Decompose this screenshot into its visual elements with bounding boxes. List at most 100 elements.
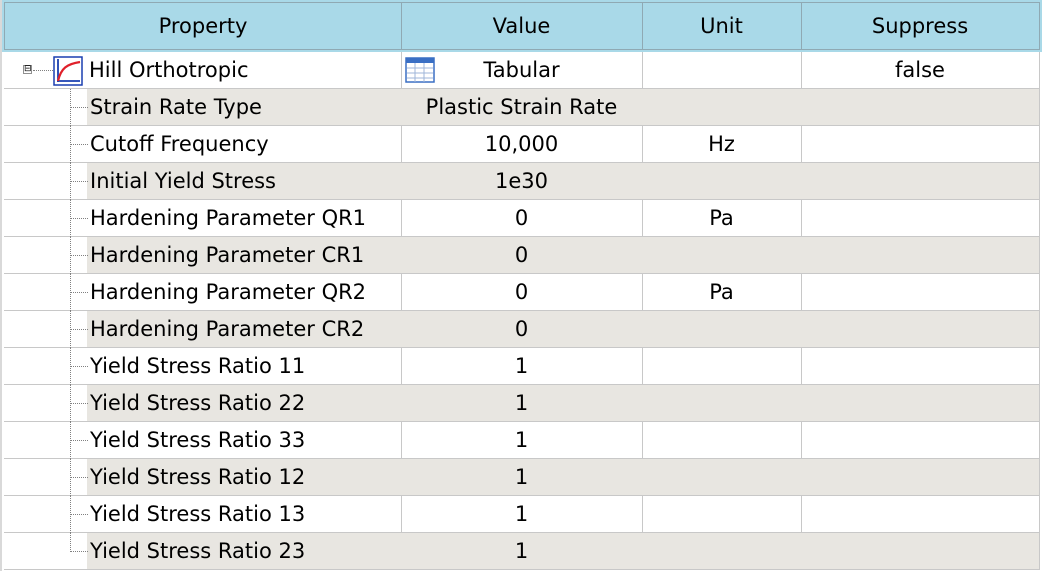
table-row[interactable]: Hardening Parameter QR1 0 Pa <box>2 200 1042 237</box>
table-row[interactable]: Yield Stress Ratio 11 1 <box>2 348 1042 385</box>
suppress-cell[interactable] <box>801 422 1040 459</box>
unit-cell[interactable] <box>642 496 802 533</box>
value-text: 1 <box>514 502 529 526</box>
unit-cell[interactable] <box>642 163 802 200</box>
value-cell[interactable]: Tabular <box>401 52 643 89</box>
value-cell[interactable]: 10,000 <box>401 126 643 163</box>
tree-connector <box>70 477 88 478</box>
table-row[interactable]: Hardening Parameter QR2 0 Pa <box>2 274 1042 311</box>
unit-cell[interactable] <box>642 311 802 348</box>
value-text: 1 <box>514 354 529 378</box>
property-label: Yield Stress Ratio 33 <box>90 428 306 452</box>
unit-text: Hz <box>708 132 735 156</box>
suppress-cell[interactable] <box>801 89 1040 126</box>
unit-cell[interactable]: Pa <box>642 200 802 237</box>
suppress-cell[interactable] <box>801 496 1040 533</box>
suppress-cell[interactable] <box>801 200 1040 237</box>
property-cell: Hardening Parameter CR2 <box>4 311 402 348</box>
unit-text: Pa <box>709 280 734 304</box>
suppress-cell[interactable] <box>801 311 1040 348</box>
suppress-text: false <box>895 58 945 82</box>
value-cell[interactable]: 0 <box>401 311 643 348</box>
unit-cell[interactable] <box>642 533 802 570</box>
header-unit[interactable]: Unit <box>642 2 802 50</box>
unit-text: Pa <box>709 206 734 230</box>
table-row[interactable]: Cutoff Frequency 10,000 Hz <box>2 126 1042 163</box>
value-cell[interactable]: 0 <box>401 200 643 237</box>
property-cell: Yield Stress Ratio 33 <box>4 422 402 459</box>
value-cell[interactable]: 0 <box>401 237 643 274</box>
property-label: Hardening Parameter CR1 <box>90 243 365 267</box>
header-property[interactable]: Property <box>4 2 402 50</box>
value-text: Tabular <box>483 58 560 82</box>
unit-cell[interactable] <box>642 89 802 126</box>
property-label: Initial Yield Stress <box>90 169 276 193</box>
tree-connector <box>70 366 88 367</box>
tree-connector <box>70 144 88 145</box>
header-suppress[interactable]: Suppress <box>801 2 1040 50</box>
tree-connector <box>70 292 88 293</box>
table-row[interactable]: Yield Stress Ratio 13 1 <box>2 496 1042 533</box>
value-cell[interactable]: 1 <box>401 533 643 570</box>
suppress-cell[interactable] <box>801 274 1040 311</box>
property-cell: Yield Stress Ratio 22 <box>4 385 402 422</box>
property-label: Hardening Parameter QR1 <box>90 206 367 230</box>
value-cell[interactable]: 1 <box>401 496 643 533</box>
value-cell[interactable]: Plastic Strain Rate <box>401 89 643 126</box>
value-cell[interactable]: 0 <box>401 274 643 311</box>
tree-connector <box>70 533 71 552</box>
value-text: 1 <box>514 465 529 489</box>
value-cell[interactable]: 1 <box>401 422 643 459</box>
value-text: 0 <box>514 317 529 341</box>
value-text: 1 <box>514 539 529 563</box>
value-text: Plastic Strain Rate <box>425 95 618 119</box>
suppress-cell[interactable] <box>801 126 1040 163</box>
table-icon[interactable] <box>405 57 435 83</box>
unit-cell[interactable] <box>642 422 802 459</box>
suppress-cell[interactable] <box>801 459 1040 496</box>
suppress-cell[interactable] <box>801 163 1040 200</box>
property-label: Yield Stress Ratio 12 <box>90 465 306 489</box>
unit-cell[interactable]: Pa <box>642 274 802 311</box>
tree-connector <box>33 70 53 71</box>
header-value[interactable]: Value <box>401 2 643 50</box>
table-row[interactable]: Initial Yield Stress 1e30 <box>2 163 1042 200</box>
table-row[interactable]: Yield Stress Ratio 23 1 <box>2 533 1042 570</box>
table-row[interactable]: Hardening Parameter CR1 0 <box>2 237 1042 274</box>
value-cell[interactable]: 1 <box>401 459 643 496</box>
value-cell[interactable]: 1 <box>401 348 643 385</box>
value-cell[interactable]: 1e30 <box>401 163 643 200</box>
tree-connector <box>70 329 88 330</box>
property-label: Yield Stress Ratio 22 <box>90 391 306 415</box>
suppress-cell[interactable] <box>801 385 1040 422</box>
property-cell: Yield Stress Ratio 11 <box>4 348 402 385</box>
value-cell[interactable]: 1 <box>401 385 643 422</box>
suppress-cell[interactable]: false <box>801 52 1040 89</box>
unit-cell[interactable]: Hz <box>642 126 802 163</box>
property-cell: Initial Yield Stress <box>4 163 402 200</box>
table-row[interactable]: Yield Stress Ratio 33 1 <box>2 422 1042 459</box>
value-text: 0 <box>514 243 529 267</box>
table-row[interactable]: Hardening Parameter CR2 0 <box>2 311 1042 348</box>
property-cell: Hardening Parameter QR1 <box>4 200 402 237</box>
property-label: Hardening Parameter QR2 <box>90 280 367 304</box>
unit-cell[interactable] <box>642 385 802 422</box>
property-label: Hill Orthotropic <box>89 58 249 82</box>
suppress-cell[interactable] <box>801 348 1040 385</box>
suppress-cell[interactable] <box>801 533 1040 570</box>
unit-cell[interactable] <box>642 459 802 496</box>
unit-cell[interactable] <box>642 237 802 274</box>
property-label: Hardening Parameter CR2 <box>90 317 365 341</box>
collapse-icon[interactable]: ⊟ <box>23 65 32 74</box>
property-cell: Cutoff Frequency <box>4 126 402 163</box>
property-cell: Yield Stress Ratio 13 <box>4 496 402 533</box>
table-row[interactable]: Yield Stress Ratio 12 1 <box>2 459 1042 496</box>
material-row[interactable]: ⊟ Hill Orthotropic Tabular false <box>2 52 1042 89</box>
unit-cell[interactable] <box>642 348 802 385</box>
unit-cell[interactable] <box>642 52 802 89</box>
value-text: 0 <box>514 206 529 230</box>
table-row[interactable]: Yield Stress Ratio 22 1 <box>2 385 1042 422</box>
table-row[interactable]: Strain Rate Type Plastic Strain Rate <box>2 89 1042 126</box>
value-text: 1e30 <box>494 169 548 193</box>
suppress-cell[interactable] <box>801 237 1040 274</box>
